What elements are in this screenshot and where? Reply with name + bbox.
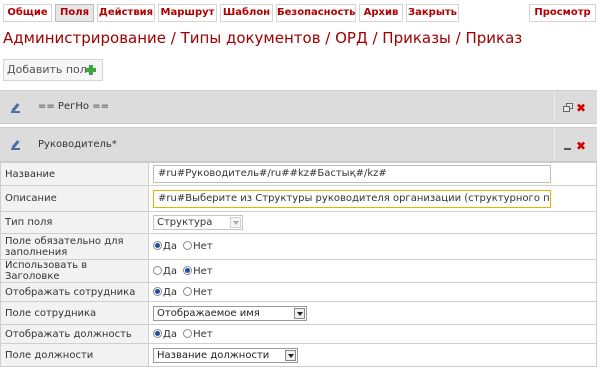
edit-icon[interactable] [11, 140, 21, 150]
employee-field-value: Отображаемое имя [157, 307, 260, 319]
table-row: Отображать должность Да Нет [0, 324, 597, 344]
close-icon[interactable]: ✖ [576, 102, 586, 114]
table-row: Поле сотрудника Отображаемое имя [0, 301, 597, 325]
tab-template[interactable]: Шаблон [220, 4, 273, 22]
use-in-header-label: Использовать в Заголовке [0, 259, 149, 283]
chevron-down-icon [294, 307, 305, 319]
tab-security[interactable]: Безопасность [276, 4, 356, 22]
radio-label: Нет [193, 328, 213, 340]
tab-general[interactable]: Общие [3, 4, 52, 22]
name-label: Название [0, 162, 149, 186]
required-yes-radio[interactable] [153, 241, 162, 250]
show-employee-yes-radio[interactable] [153, 286, 162, 296]
add-field-label: Добавить поле [7, 63, 94, 76]
close-icon[interactable]: ✖ [576, 140, 586, 152]
tab-archive[interactable]: Архив [359, 4, 403, 22]
position-field-select[interactable]: Название должности [153, 347, 298, 363]
show-position-label: Отображать должность [0, 324, 149, 344]
description-label: Описание [0, 185, 149, 212]
radio-label: Нет [193, 241, 213, 252]
add-field-button[interactable]: Добавить поле [3, 59, 103, 81]
section-regno: == РегНо == ✖ [0, 90, 597, 124]
minimize-icon[interactable] [564, 148, 571, 150]
edit-icon[interactable] [11, 103, 21, 113]
radio-label: Нет [193, 265, 213, 277]
field-properties-table: Название #ru#Руководитель#/ru##kz#Бастық… [0, 162, 597, 367]
use-in-header-no-radio[interactable] [183, 265, 193, 275]
employee-field-select[interactable]: Отображаемое имя [153, 305, 307, 321]
radio-label: Да [163, 265, 177, 277]
expand-icon[interactable] [563, 103, 573, 113]
radio-label: Да [163, 328, 177, 340]
chevron-down-icon [230, 217, 241, 228]
tab-bar: Общие Поля Действия Маршрут Шаблон Безоп… [3, 4, 596, 23]
field-type-value: Структура [157, 217, 213, 228]
tab-route[interactable]: Маршрут [158, 4, 217, 22]
table-row: Название #ru#Руководитель#/ru##kz#Бастық… [0, 162, 597, 186]
required-no-radio[interactable] [183, 241, 193, 250]
preview-button[interactable]: Просмотр [529, 4, 596, 22]
tab-actions[interactable]: Действия [97, 4, 155, 22]
show-position-no-radio[interactable] [183, 328, 193, 338]
radio-label: Да [163, 241, 177, 252]
field-type-label: Тип поля [0, 211, 149, 234]
radio-label: Нет [193, 286, 213, 298]
employee-field-label: Поле сотрудника [0, 301, 149, 325]
breadcrumb: Администрирование / Типы документов / ОР… [3, 29, 523, 47]
position-field-label: Поле должности [0, 343, 149, 367]
table-row: Использовать в Заголовке Да Нет [0, 259, 597, 283]
table-row: Тип поля Структура [0, 211, 597, 234]
use-in-header-yes-radio[interactable] [153, 265, 162, 275]
tab-close[interactable]: Закрыть [406, 4, 459, 22]
table-row: Описание #ru#Выберите из Структуры руков… [0, 185, 597, 212]
name-input[interactable]: #ru#Руководитель#/ru##kz#Бастық#/kz# [153, 165, 551, 183]
chevron-down-icon [285, 349, 296, 361]
show-employee-no-radio[interactable] [183, 286, 193, 296]
description-input[interactable]: #ru#Выберите из Структуры руководителя о… [153, 189, 551, 208]
plus-icon [86, 65, 96, 75]
show-employee-label: Отображать сотрудника [0, 282, 149, 302]
required-label: Поле обязательно для заполнения [0, 233, 149, 260]
table-row: Поле должности Название должности [0, 343, 597, 367]
section-title: Руководитель* [38, 139, 117, 150]
field-type-select[interactable]: Структура [153, 215, 243, 230]
table-row: Отображать сотрудника Да Нет [0, 282, 597, 302]
section-title: == РегНо == [38, 101, 109, 112]
radio-label: Да [163, 286, 177, 298]
table-row: Поле обязательно для заполнения Да Нет [0, 233, 597, 260]
show-position-yes-radio[interactable] [153, 328, 162, 338]
section-head: Руководитель* ✖ [0, 127, 597, 162]
position-field-value: Название должности [157, 349, 270, 361]
tab-fields[interactable]: Поля [55, 4, 94, 22]
